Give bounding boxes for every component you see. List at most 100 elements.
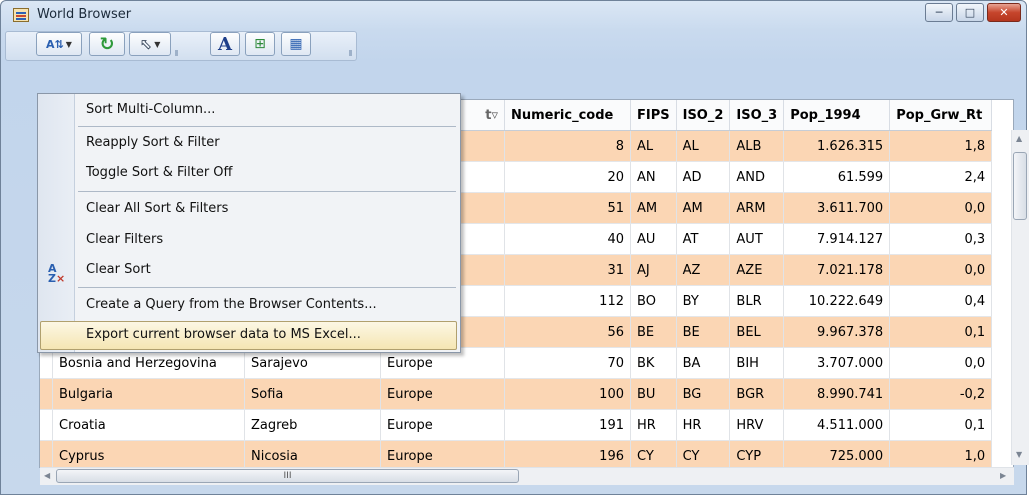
cell-numeric-code[interactable]: 70 — [504, 347, 631, 379]
menu-item-create-query[interactable]: Create a Query from the Browser Contents… — [86, 292, 377, 318]
scroll-right-icon[interactable]: ▶ — [1000, 471, 1006, 480]
cell-iso3[interactable]: HRV — [729, 409, 785, 441]
horizontal-scrollbar[interactable]: ◀ III ▶ — [40, 467, 1014, 485]
table-row[interactable]: Bulgaria Sofia Europe 100 BU BG BGR 8.990.741 -0… — [40, 378, 993, 410]
cell-numeric-code[interactable]: 51 — [504, 192, 631, 224]
row-indicator[interactable] — [40, 409, 53, 441]
cell-iso2[interactable]: CY — [676, 440, 731, 467]
close-button[interactable]: ✕ — [987, 3, 1021, 22]
cell-pop-1994[interactable]: 7.021.178 — [783, 254, 891, 286]
cell-pop-grw-rt[interactable]: 0,3 — [889, 223, 993, 255]
cell-pop-1994[interactable]: 1.626.315 — [783, 130, 891, 162]
cell-iso3[interactable]: BLR — [729, 285, 785, 317]
table-row[interactable]: Croatia Zagreb Europe 191 HR HR HRV 4.511.000 0,… — [40, 409, 993, 441]
cell-iso3[interactable]: AUT — [729, 223, 785, 255]
cell-pop-1994[interactable]: 9.967.378 — [783, 316, 891, 348]
cell-continent[interactable]: Europe — [380, 440, 505, 467]
cell-iso2[interactable]: BG — [676, 378, 731, 410]
cell-fips[interactable]: HR — [630, 409, 677, 441]
cell-numeric-code[interactable]: 31 — [504, 254, 631, 286]
row-indicator[interactable] — [40, 440, 53, 467]
cell-iso3[interactable]: BIH — [729, 347, 785, 379]
cell-pop-grw-rt[interactable]: 1,0 — [889, 440, 993, 467]
cell-numeric-code[interactable]: 56 — [504, 316, 631, 348]
cell-pop-1994[interactable]: 7.914.127 — [783, 223, 891, 255]
cell-iso3[interactable]: BEL — [729, 316, 785, 348]
cell-fips[interactable]: AU — [630, 223, 677, 255]
cell-fips[interactable]: AM — [630, 192, 677, 224]
cell-pop-grw-rt[interactable]: -0,2 — [889, 378, 993, 410]
cell-iso3[interactable]: ARM — [729, 192, 785, 224]
column-header-fips[interactable]: FIPS — [630, 100, 677, 131]
scroll-down-icon[interactable]: ▼ — [1016, 450, 1022, 459]
cell-country-name[interactable]: Cyprus — [52, 440, 245, 467]
cell-iso2[interactable]: AT — [676, 223, 731, 255]
cell-pop-grw-rt[interactable]: 0,4 — [889, 285, 993, 317]
cell-fips[interactable]: AJ — [630, 254, 677, 286]
cell-continent[interactable]: Europe — [380, 409, 505, 441]
cell-iso2[interactable]: HR — [676, 409, 731, 441]
menu-item-clear-sort[interactable]: Clear Sort — [86, 257, 151, 283]
cell-pop-1994[interactable]: 3.611.700 — [783, 192, 891, 224]
cell-iso2[interactable]: BE — [676, 316, 731, 348]
cell-numeric-code[interactable]: 40 — [504, 223, 631, 255]
cell-iso2[interactable]: AD — [676, 161, 731, 193]
cell-fips[interactable]: BU — [630, 378, 677, 410]
cell-capital[interactable]: Nicosia — [244, 440, 381, 467]
cell-iso3[interactable]: ALB — [729, 130, 785, 162]
cell-pop-grw-rt[interactable]: 0,0 — [889, 254, 993, 286]
cell-iso2[interactable]: BA — [676, 347, 731, 379]
cell-country-name[interactable]: Bulgaria — [52, 378, 245, 410]
maximize-button[interactable]: □ — [956, 3, 984, 22]
cell-iso3[interactable]: AND — [729, 161, 785, 193]
cell-pop-grw-rt[interactable]: 0,0 — [889, 347, 993, 379]
menu-item-export-excel[interactable]: Export current browser data to MS Excel.… — [86, 322, 361, 348]
cell-numeric-code[interactable]: 20 — [504, 161, 631, 193]
horizontal-scroll-thumb[interactable]: III — [56, 469, 519, 483]
sort-filter-dropdown-button[interactable]: A⇅ ▼ — [36, 32, 82, 56]
vertical-scrollbar[interactable]: ▲ ▼ — [1011, 130, 1029, 465]
filter-icon[interactable]: t▿ — [485, 108, 498, 123]
cell-pop-grw-rt[interactable]: 0,1 — [889, 316, 993, 348]
cell-iso2[interactable]: AM — [676, 192, 731, 224]
cell-numeric-code[interactable]: 112 — [504, 285, 631, 317]
refresh-button[interactable]: ↻ — [89, 32, 125, 56]
cell-iso3[interactable]: BGR — [729, 378, 785, 410]
menu-item-reapply-sort-filter[interactable]: Reapply Sort & Filter — [86, 130, 220, 156]
cell-fips[interactable]: AL — [630, 130, 677, 162]
cell-pop-1994[interactable]: 725.000 — [783, 440, 891, 467]
scroll-left-icon[interactable]: ◀ — [44, 471, 50, 480]
cell-iso2[interactable]: AL — [676, 130, 731, 162]
title-bar[interactable]: World Browser ─ □ ✕ — [1, 1, 1026, 29]
cell-pop-1994[interactable]: 10.222.649 — [783, 285, 891, 317]
column-header-iso3[interactable]: ISO_3 — [729, 100, 785, 131]
column-header-pop-1994[interactable]: Pop_1994 — [783, 100, 891, 131]
add-record-button[interactable]: ⊞ — [245, 32, 275, 56]
cell-pop-1994[interactable]: 3.707.000 — [783, 347, 891, 379]
cell-continent[interactable]: Europe — [380, 378, 505, 410]
cell-fips[interactable]: BO — [630, 285, 677, 317]
minimize-button[interactable]: ─ — [925, 3, 953, 22]
menu-item-toggle-sort-filter-off[interactable]: Toggle Sort & Filter Off — [86, 160, 233, 186]
menu-item-sort-multi-column[interactable]: Sort Multi-Column... — [86, 97, 215, 123]
columns-button[interactable]: ▦ — [281, 32, 311, 56]
row-indicator[interactable] — [40, 378, 53, 410]
cell-pop-1994[interactable]: 4.511.000 — [783, 409, 891, 441]
cell-fips[interactable]: BK — [630, 347, 677, 379]
cell-iso3[interactable]: CYP — [729, 440, 785, 467]
cell-pop-grw-rt[interactable]: 1,8 — [889, 130, 993, 162]
cell-fips[interactable]: AN — [630, 161, 677, 193]
cell-pop-1994[interactable]: 8.990.741 — [783, 378, 891, 410]
font-button[interactable]: A — [210, 32, 240, 56]
cell-iso2[interactable]: AZ — [676, 254, 731, 286]
pointer-mode-button[interactable]: ⬁ ▼ — [129, 32, 171, 56]
cell-numeric-code[interactable]: 100 — [504, 378, 631, 410]
cell-numeric-code[interactable]: 8 — [504, 130, 631, 162]
scroll-up-icon[interactable]: ▲ — [1016, 134, 1022, 143]
cell-iso3[interactable]: AZE — [729, 254, 785, 286]
cell-country-name[interactable]: Croatia — [52, 409, 245, 441]
cell-capital[interactable]: Zagreb — [244, 409, 381, 441]
cell-pop-grw-rt[interactable]: 0,1 — [889, 409, 993, 441]
column-header-numeric-code[interactable]: Numeric_code — [504, 100, 631, 131]
menu-item-clear-filters[interactable]: Clear Filters — [86, 227, 163, 253]
